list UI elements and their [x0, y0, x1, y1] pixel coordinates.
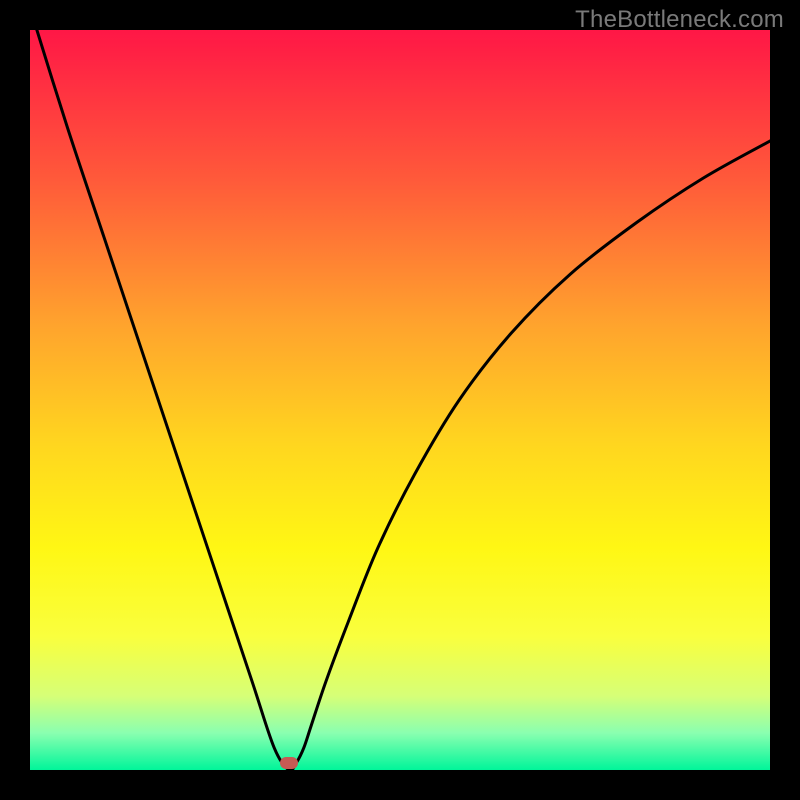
optimal-point-marker — [280, 757, 298, 769]
bottleneck-curve — [30, 30, 770, 770]
plot-area — [30, 30, 770, 770]
curve-layer — [30, 30, 770, 770]
chart-frame: TheBottleneck.com — [0, 0, 800, 800]
watermark-text: TheBottleneck.com — [575, 6, 784, 34]
